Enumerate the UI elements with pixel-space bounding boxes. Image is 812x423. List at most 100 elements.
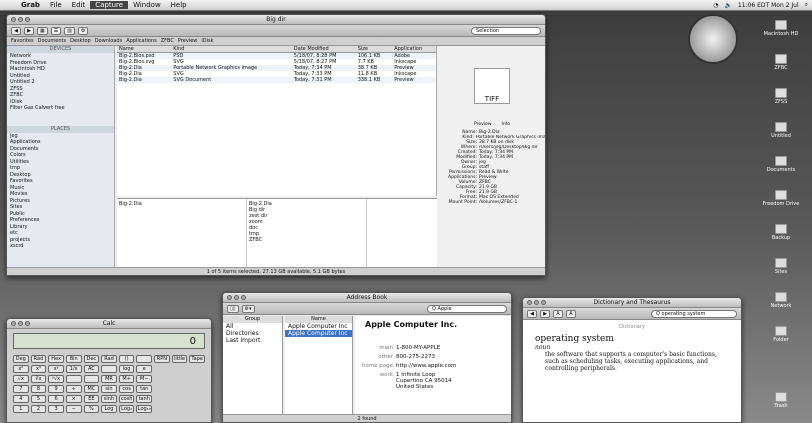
calc-key[interactable] — [83, 375, 100, 383]
address-book-titlebar[interactable]: Address Book — [223, 293, 511, 303]
calc-key[interactable]: − — [65, 405, 82, 413]
tab-preview[interactable]: Preview — [474, 122, 492, 127]
path-item[interactable]: Documents — [38, 38, 67, 44]
address-value[interactable]: 1 Infinite Loop Cupertino CA 95014 Unite… — [396, 372, 452, 390]
calc-key[interactable]: Log — [101, 405, 117, 413]
calc-key[interactable]: 8 — [30, 385, 47, 393]
calc-key[interactable]: Deg — [13, 355, 29, 363]
calc-key[interactable]: 6 — [48, 395, 64, 403]
calc-key[interactable]: 3 — [48, 405, 64, 413]
calc-key[interactable]: sinh — [101, 395, 117, 403]
calc-key[interactable]: e — [136, 365, 153, 373]
calc-key[interactable]: Tape — [189, 355, 205, 363]
sidebar-item[interactable]: Filter Gas Calvert free — [7, 105, 114, 112]
calc-key[interactable]: Rad — [30, 355, 47, 363]
calc-key[interactable] — [101, 365, 117, 373]
desktop-icon[interactable]: ZFSS — [750, 88, 812, 105]
desktop-icon[interactable]: Network — [750, 292, 812, 309]
finder-titlebar[interactable]: Big dir — [7, 15, 545, 25]
calc-key[interactable]: 4 — [13, 395, 29, 403]
action-button[interactable]: ⚙ — [77, 26, 89, 35]
calc-key[interactable]: ÷ — [65, 385, 82, 393]
calc-key[interactable]: Bin — [65, 355, 82, 363]
name-item[interactable]: Apple Computer Inc — [285, 330, 352, 337]
view-card-button[interactable]: ▯▯ — [227, 304, 239, 313]
calc-key[interactable]: 5 — [30, 395, 47, 403]
calc-key[interactable]: Rad — [101, 355, 117, 363]
calc-key[interactable]: Hex — [48, 355, 64, 363]
calc-key[interactable]: x² — [13, 365, 29, 373]
view-column-button[interactable]: ▥ — [64, 26, 75, 35]
phone-value[interactable]: 800-275-2273 — [396, 354, 435, 360]
desktop-icon[interactable]: Folder — [750, 326, 812, 343]
action-button[interactable]: ⚙▾ — [241, 304, 255, 313]
path-item[interactable]: Preview — [178, 38, 197, 44]
desktop-icon[interactable]: Untitled — [750, 122, 812, 139]
calc-key[interactable]: cos — [118, 385, 135, 393]
calc-key[interactable]: × — [65, 395, 82, 403]
menu-help[interactable]: Help — [166, 1, 192, 9]
view-icon-button[interactable]: ▦ — [37, 26, 48, 35]
wifi-icon[interactable]: ◔ — [713, 2, 718, 9]
calc-key[interactable]: 1/x — [65, 365, 82, 373]
volume-icon[interactable]: 🔈 — [724, 2, 731, 9]
calc-key[interactable]: AC — [83, 365, 100, 373]
calc-key[interactable]: Log₂ — [118, 405, 135, 413]
name-item[interactable]: Apple Computer Inc — [285, 323, 352, 330]
path-item[interactable]: Favorites — [11, 38, 34, 44]
desktop-icon[interactable]: Freedom Drive — [750, 190, 812, 207]
table-row[interactable]: Big-2.Dia SVG Document Today, 7:31 PM 33… — [117, 77, 436, 83]
font-smaller-button[interactable]: A — [553, 309, 563, 318]
calculator-titlebar[interactable]: Calc — [7, 319, 211, 329]
calc-key[interactable]: xʸ — [48, 365, 64, 373]
path-item[interactable]: iDisk — [201, 38, 213, 44]
calc-key[interactable]: Log₁₀ — [136, 405, 153, 413]
menu-grab[interactable]: Grab — [16, 1, 45, 9]
calc-key[interactable]: MC — [83, 385, 100, 393]
view-list-button[interactable]: ☰ — [50, 26, 62, 35]
column-item[interactable]: ZFBC — [249, 237, 364, 243]
back-button[interactable]: ◀ — [527, 309, 537, 318]
calc-key[interactable]: Dec — [83, 355, 100, 363]
path-item[interactable]: Desktop — [70, 38, 91, 44]
back-button[interactable]: ◀ — [11, 26, 21, 35]
group-item[interactable]: All — [223, 323, 282, 330]
clock-widget[interactable] — [688, 14, 738, 64]
calc-key[interactable]: ∛x — [30, 375, 47, 383]
tab-info[interactable]: Info — [502, 122, 511, 127]
calc-key[interactable]: % — [83, 405, 100, 413]
calc-key[interactable]: sin — [101, 385, 117, 393]
calc-key[interactable]: M+ — [118, 375, 135, 383]
calc-key[interactable]: 2 — [30, 405, 47, 413]
desktop-icon[interactable]: ZFBC — [750, 54, 812, 71]
menu-edit[interactable]: Edit — [67, 1, 91, 9]
search-input[interactable]: Selection — [471, 26, 541, 35]
forward-button[interactable]: ▶ — [24, 26, 34, 35]
menu-window[interactable]: Window — [128, 1, 166, 9]
calc-key[interactable] — [65, 375, 82, 383]
search-input[interactable]: Q operating system — [651, 309, 737, 318]
dictionary-titlebar[interactable]: Dictionary and Thesaurus — [523, 298, 741, 308]
calc-key[interactable]: RPN — [154, 355, 170, 363]
calc-key[interactable]: √x — [13, 375, 29, 383]
calc-key[interactable]: x³ — [30, 365, 47, 373]
desktop-icon[interactable]: Macintosh HD — [750, 20, 812, 37]
calc-key[interactable]: little — [171, 355, 188, 363]
homepage-link[interactable]: http://www.apple.com — [396, 363, 456, 369]
calc-key[interactable]: log — [118, 365, 135, 373]
phone-value[interactable]: 1-800-MY-APPLE — [396, 345, 440, 351]
calc-key[interactable]: tanh — [136, 395, 153, 403]
path-item[interactable]: Downloads — [95, 38, 122, 44]
clock[interactable]: 11:06 EDT Mon 2 Jul — [738, 2, 799, 9]
group-item[interactable]: Last Import — [223, 337, 282, 344]
desktop-icon[interactable]: Backup — [750, 224, 812, 241]
desktop-icon[interactable]: Trash — [750, 392, 812, 409]
forward-button[interactable]: ▶ — [540, 309, 550, 318]
desktop-icon[interactable]: Sites — [750, 258, 812, 275]
menu-capture[interactable]: Capture — [90, 1, 129, 9]
calc-key[interactable]: 7 — [13, 385, 29, 393]
calc-key[interactable]: cosh — [118, 395, 135, 403]
calc-key[interactable]: EE — [83, 395, 100, 403]
group-item[interactable]: Directories — [223, 330, 282, 337]
tab-dictionary[interactable]: Dictionary — [523, 324, 741, 330]
